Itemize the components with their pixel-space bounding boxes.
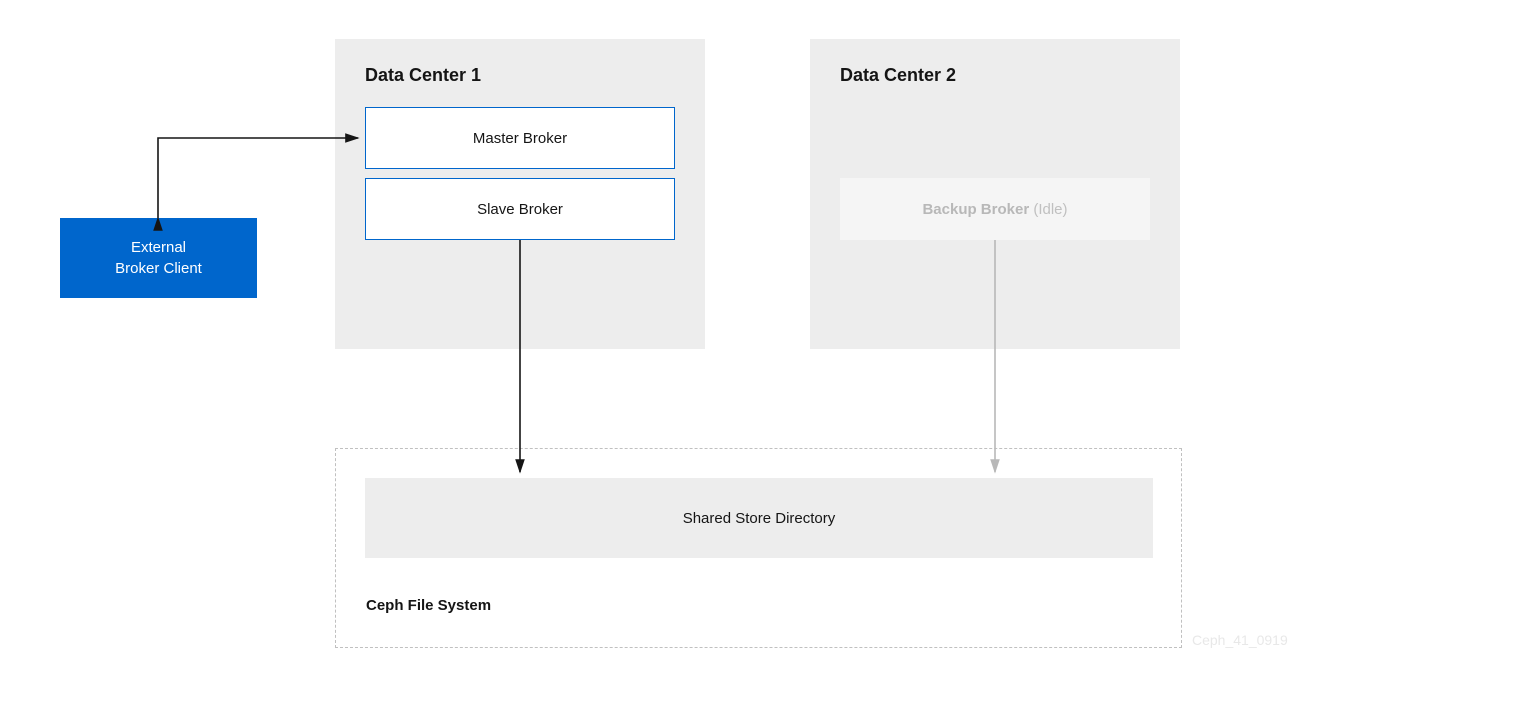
arrow-client-master <box>0 0 1520 706</box>
